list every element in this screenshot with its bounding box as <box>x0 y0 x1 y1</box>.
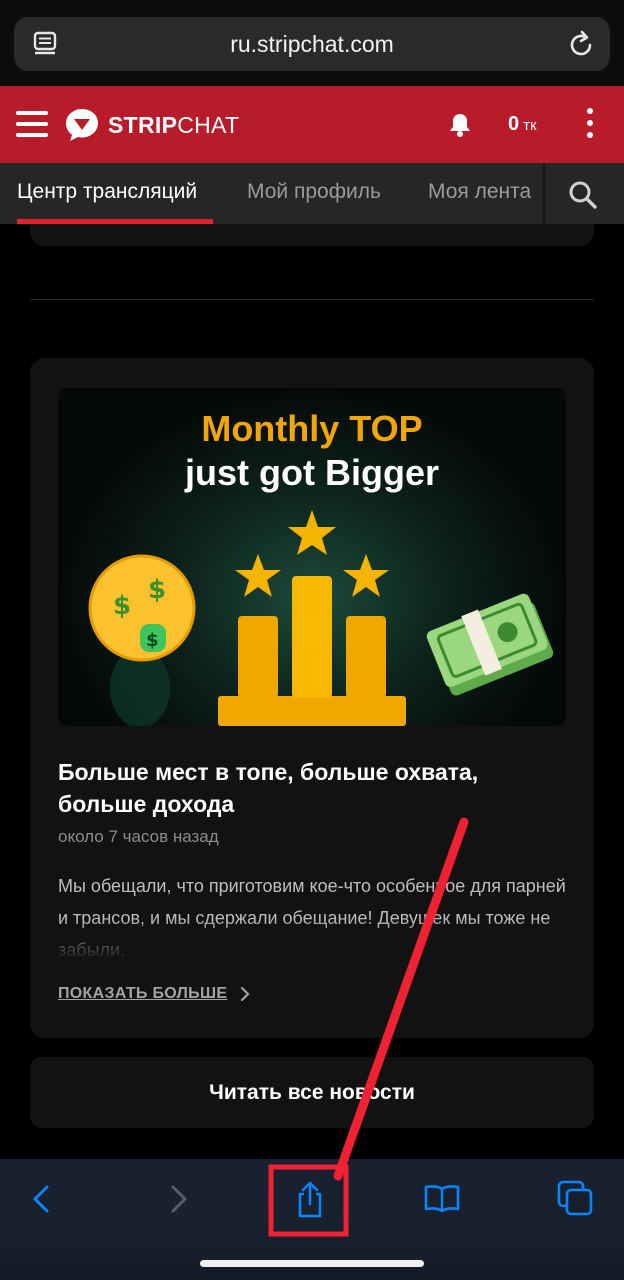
brand-name[interactable]: STRIPCHAT <box>108 112 239 139</box>
chevron-right-icon <box>240 987 250 1001</box>
news-banner-image[interactable]: $ $ $ Monthly TOP just got Bigger <box>58 388 566 726</box>
tabs-icon[interactable] <box>556 1179 596 1219</box>
url-text[interactable]: ru.stripchat.com <box>14 31 610 58</box>
back-icon[interactable] <box>22 1179 62 1219</box>
section-divider <box>30 299 594 300</box>
news-title[interactable]: Больше мест в топе, больше охвата, больш… <box>58 756 568 820</box>
search-icon[interactable] <box>568 180 598 210</box>
notifications-bell-icon[interactable] <box>448 112 472 138</box>
star-icon <box>343 554 389 597</box>
home-indicator <box>200 1260 424 1267</box>
money-stack-emoji-icon <box>426 593 554 696</box>
stripchat-logo-icon[interactable] <box>64 107 100 143</box>
more-options-icon[interactable] <box>584 108 596 142</box>
svg-text:$: $ <box>148 575 166 605</box>
previous-card-edge <box>30 224 594 246</box>
news-timestamp: около 7 часов назад <box>58 827 219 846</box>
show-more-label: ПОКАЗАТЬ БОЛЬШЕ <box>58 985 228 1002</box>
forward-icon[interactable] <box>158 1179 198 1219</box>
svg-text:$: $ <box>146 630 159 651</box>
token-value: 0 <box>508 113 520 135</box>
tab-broadcast-center[interactable]: Центр трансляций <box>17 180 197 204</box>
tab-my-feed[interactable]: Моя лента <box>428 180 531 204</box>
browser-address-area: ru.stripchat.com <box>0 0 624 86</box>
brand-name-light: CHAT <box>177 112 240 138</box>
site-header: STRIPCHAT 0 тк <box>0 86 624 163</box>
excerpt-fade <box>50 918 580 962</box>
menu-icon[interactable] <box>16 111 48 139</box>
reload-icon[interactable] <box>568 29 596 59</box>
token-unit: тк <box>523 117 537 134</box>
read-all-news-button[interactable]: Читать все новости <box>30 1057 594 1128</box>
banner-headline: Monthly TOP <box>201 408 423 449</box>
svg-text:$: $ <box>113 591 131 621</box>
tab-bar: Центр трансляций Мой профиль Моя лента <box>0 163 624 224</box>
banner-subheadline: just got Bigger <box>185 452 439 493</box>
share-icon[interactable] <box>290 1179 330 1219</box>
token-balance[interactable]: 0 тк <box>508 113 537 136</box>
tab-my-profile[interactable]: Мой профиль <box>247 180 381 204</box>
show-more-link[interactable]: ПОКАЗАТЬ БОЛЬШЕ <box>58 985 250 1003</box>
brand-name-bold: STRIP <box>108 112 178 138</box>
star-icon <box>288 510 336 555</box>
address-bar[interactable]: ru.stripchat.com <box>14 17 610 71</box>
tab-divider <box>543 163 545 224</box>
news-card: $ $ $ Monthly TOP just got Bigger Больше… <box>30 358 594 1038</box>
bookmarks-icon[interactable] <box>422 1179 462 1219</box>
money-face-emoji-icon: $ $ $ <box>88 554 196 726</box>
star-icon <box>235 554 281 597</box>
